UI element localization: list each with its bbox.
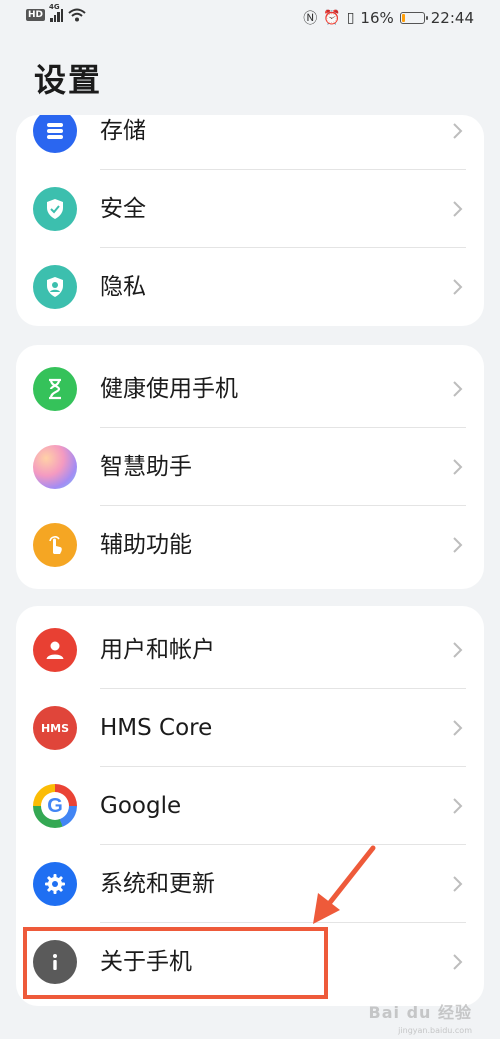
settings-group-1: 存储 安全 隐私 [16,115,484,326]
signal-icon: 4G [49,3,64,22]
clock: 22:44 [430,9,474,27]
settings-item-system-update[interactable]: 系统和更新 [16,845,484,923]
watermark-url: jingyan.baidu.com [398,1026,472,1035]
hms-icon: HMS [33,706,77,750]
hms-icon-text: HMS [40,721,70,735]
hourglass-icon [33,367,77,411]
accessibility-hand-icon [33,523,77,567]
shield-icon [33,187,77,231]
settings-item-security[interactable]: 安全 [16,170,484,248]
settings-item-label: 隐私 [100,274,146,300]
settings-item-label: 安全 [100,196,146,222]
settings-item-label: 系统和更新 [100,871,215,897]
assistant-icon [33,445,77,489]
settings-item-accessibility[interactable]: 辅助功能 [16,506,484,584]
status-bar: HD 4G Ⓝ ⏰ ▯ 16% 22:44 [0,0,500,40]
storage-icon [33,115,77,153]
chevron-right-icon [453,876,463,892]
chevron-right-icon [453,123,463,139]
settings-item-storage[interactable]: 存储 [16,115,484,170]
chevron-right-icon [453,798,463,814]
chevron-right-icon [453,954,463,970]
settings-item-label: 智慧助手 [100,454,192,480]
settings-item-label: Google [100,793,182,819]
wifi-icon [68,8,86,22]
hd-icon: HD [26,9,46,21]
settings-item-label: 用户和帐户 [100,637,215,663]
settings-group-2: 健康使用手机 智慧助手 辅助功能 [16,345,484,589]
settings-item-privacy[interactable]: 隐私 [16,248,484,326]
battery-icon [399,12,428,24]
chevron-right-icon [453,537,463,553]
settings-item-google[interactable]: G Google [16,767,484,845]
page-title: 设置 [34,61,103,99]
privacy-icon [33,265,77,309]
settings-item-hms-core[interactable]: HMS HMS Core [16,689,484,767]
chevron-right-icon [453,720,463,736]
annotation-highlight-box [23,927,328,999]
chevron-right-icon [453,279,463,295]
chevron-right-icon [453,459,463,475]
settings-item-users-accounts[interactable]: 用户和帐户 [16,611,484,689]
chevron-right-icon [453,381,463,397]
watermark-logo: Bai du 经验 [368,1003,472,1022]
nfc-icon: Ⓝ [303,11,318,27]
settings-item-digital-balance[interactable]: 健康使用手机 [16,350,484,428]
user-icon [33,628,77,672]
alarm-icon: ⏰ [323,10,341,26]
vibrate-icon: ▯ [346,10,355,26]
google-icon: G [33,784,77,828]
battery-percent: 16% [360,9,394,27]
settings-item-label: 辅助功能 [100,532,192,558]
settings-item-label: 存储 [100,118,146,144]
gear-icon [33,862,77,906]
settings-item-label: 健康使用手机 [100,376,238,402]
chevron-right-icon [453,201,463,217]
settings-item-assistant[interactable]: 智慧助手 [16,428,484,506]
chevron-right-icon [453,642,463,658]
settings-item-label: HMS Core [100,715,213,741]
